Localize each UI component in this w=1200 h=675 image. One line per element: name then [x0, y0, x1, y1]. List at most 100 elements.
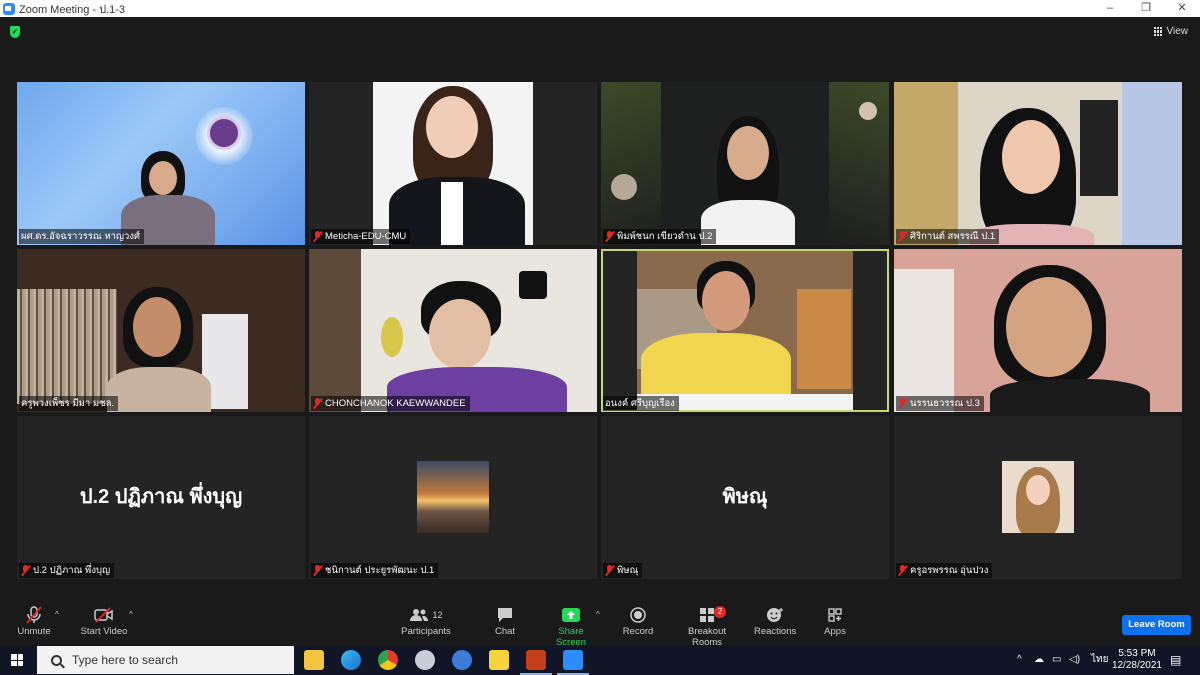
powerpoint-icon[interactable] [520, 650, 552, 675]
chat-icon [490, 606, 520, 624]
view-button[interactable]: View [1153, 26, 1188, 37]
leave-room-button[interactable]: Leave Room [1122, 615, 1191, 635]
record-button[interactable]: Record [622, 606, 654, 637]
video-tile-camera-off[interactable]: พิษณุ พิษณุ [601, 416, 889, 579]
pinecone-decoration [611, 174, 637, 200]
video-tile[interactable]: Meticha-EDU-CMU [309, 82, 597, 245]
apps-button[interactable]: Apps [822, 606, 848, 637]
participant-name-label: นรรนธวรรณ ป.3 [896, 396, 984, 411]
reactions-button[interactable]: Reactions [754, 606, 796, 637]
participant-name-label: อนงค์ ศรีบุญเรือง [603, 396, 679, 411]
file-explorer-icon[interactable] [304, 650, 324, 670]
globe-app-icon[interactable] [452, 650, 472, 670]
audio-options-caret[interactable]: ^ [55, 610, 59, 619]
reactions-label: Reactions [754, 626, 797, 637]
video-tile[interactable]: ผศ.ดร.อัจฉราวรรณ หาญวงศ์ [17, 82, 305, 245]
video-tile[interactable]: CHONCHANOK KAEWWANDEE [309, 249, 597, 412]
record-icon [622, 606, 654, 624]
mic-muted-icon [313, 565, 322, 576]
windows-start-icon[interactable] [11, 654, 23, 666]
taskbar-search-input[interactable]: Type here to search [37, 646, 294, 674]
edge-browser-icon[interactable] [341, 650, 361, 670]
curtain-background [894, 82, 958, 245]
video-options-caret[interactable]: ^ [129, 610, 133, 619]
person-body [990, 379, 1150, 412]
participant-name-label: ครูอรพรรณ อุ่นปวง [896, 563, 993, 578]
meeting-toolbar: Unmute ^ Start Video ^ 12 Participants C… [0, 604, 1200, 648]
flower-vase [381, 317, 403, 357]
profile-picture [1002, 461, 1074, 533]
grid-view-icon [1153, 27, 1163, 36]
video-tile-camera-off[interactable]: ชนิกานต์ ประยูรพัฒนะ ป.1 [309, 416, 597, 579]
video-tile[interactable]: ครูพวงเพ็ชร มีมา มชล. [17, 249, 305, 412]
network-icon[interactable]: ▭ [1052, 645, 1061, 675]
participants-label: Participants [401, 626, 451, 637]
video-tile-active-speaker[interactable]: อนงค์ ศรีบุญเรือง [601, 249, 889, 412]
person-face [133, 297, 181, 357]
window-titlebar: Zoom Meeting - ป.1-3 – ❐ ✕ [0, 0, 1200, 17]
participant-name-label: พิมพ์ชนก เขียวดำน ป.2 [603, 229, 717, 244]
unmute-button[interactable]: Unmute [16, 606, 52, 637]
person-body [641, 333, 791, 399]
notifications-icon[interactable]: ▤ [1170, 645, 1181, 675]
search-icon [51, 654, 62, 666]
participants-count: 12 [432, 610, 443, 620]
window-background [894, 269, 954, 412]
shelf-background [797, 289, 851, 389]
language-indicator[interactable]: ไทย [1091, 645, 1108, 675]
video-tile-camera-off[interactable]: ป.2 ปฏิภาณ พึ่งบุญ ป.2 ปฏิภาณ พึ่งบุญ [17, 416, 305, 579]
encryption-shield-icon[interactable]: ✓ [10, 26, 20, 38]
close-button[interactable]: ✕ [1164, 0, 1200, 17]
apps-label: Apps [824, 626, 846, 637]
taskbar-clock[interactable]: 5:53 PM 12/28/2021 [1112, 648, 1162, 672]
meeting-area: ✓ View ผศ.ดร.อัจฉราวรรณ หาญวงศ์ Meticha-… [0, 17, 1200, 645]
bookshelf-background [17, 289, 117, 404]
participant-name-label: ศิริกานต์ สพรรณี ป.1 [896, 229, 1000, 244]
restore-button[interactable]: ❐ [1128, 0, 1164, 17]
unmute-label: Unmute [17, 626, 51, 637]
video-tile[interactable]: ศิริกานต์ สพรรณี ป.1 [894, 82, 1182, 245]
person-face [429, 299, 491, 369]
breakout-rooms-button[interactable]: 2 Breakout Rooms [672, 606, 742, 648]
mic-muted-icon [605, 231, 614, 242]
zoom-app-icon[interactable] [557, 650, 589, 675]
participant-name-label: Meticha-EDU-CMU [311, 229, 411, 244]
windows-taskbar: Type here to search ^ ☁ ▭ ◁) ไทย 5:53 PM… [0, 645, 1200, 675]
chrome-browser-icon[interactable] [378, 650, 398, 670]
ornament-decoration [859, 102, 877, 120]
start-video-button[interactable]: Start Video [80, 606, 128, 637]
reactions-icon [754, 606, 796, 624]
record-label: Record [622, 626, 654, 637]
pine-decoration [601, 82, 661, 245]
person-body [107, 367, 211, 412]
mic-muted-icon [898, 565, 907, 576]
profile-picture [417, 461, 489, 533]
tray-overflow-caret[interactable]: ^ [1017, 645, 1022, 675]
share-screen-button[interactable]: Share Screen [542, 606, 600, 648]
sticky-notes-icon[interactable] [489, 650, 509, 670]
person-face [426, 96, 478, 158]
window-title: Zoom Meeting - ป.1-3 [19, 3, 126, 16]
minimize-button[interactable]: – [1092, 0, 1128, 17]
video-off-icon [80, 606, 128, 624]
mic-muted-icon [313, 398, 322, 409]
video-tile-camera-off[interactable]: ครูอรพรรณ อุ่นปวง [894, 416, 1182, 579]
chat-button[interactable]: Chat [490, 606, 520, 637]
person-face [149, 161, 177, 195]
mic-muted-icon [898, 398, 907, 409]
volume-icon[interactable]: ◁) [1069, 645, 1080, 675]
participant-display-name: ป.2 ปฏิภาณ พึ่งบุญ [79, 486, 243, 508]
participant-name-label: ชนิกานต์ ประยูรพัฒนะ ป.1 [311, 563, 439, 578]
person-face [1006, 277, 1092, 377]
breakout-badge: 2 [714, 606, 726, 618]
video-tile[interactable]: นรรนธวรรณ ป.3 [894, 249, 1182, 412]
cloud-icon[interactable]: ☁ [1034, 645, 1044, 675]
participants-button[interactable]: 12 Participants [400, 606, 452, 637]
participant-name-label: ผศ.ดร.อัจฉราวรรณ หาญวงศ์ [19, 229, 145, 244]
share-options-caret[interactable]: ^ [596, 610, 600, 619]
shelf-background [309, 249, 361, 412]
video-tile[interactable]: พิมพ์ชนก เขียวดำน ป.2 [601, 82, 889, 245]
participant-name-label: ครูพวงเพ็ชร มีมา มชล. [19, 396, 119, 411]
app-icon[interactable] [415, 650, 435, 670]
chat-label: Chat [494, 626, 516, 637]
